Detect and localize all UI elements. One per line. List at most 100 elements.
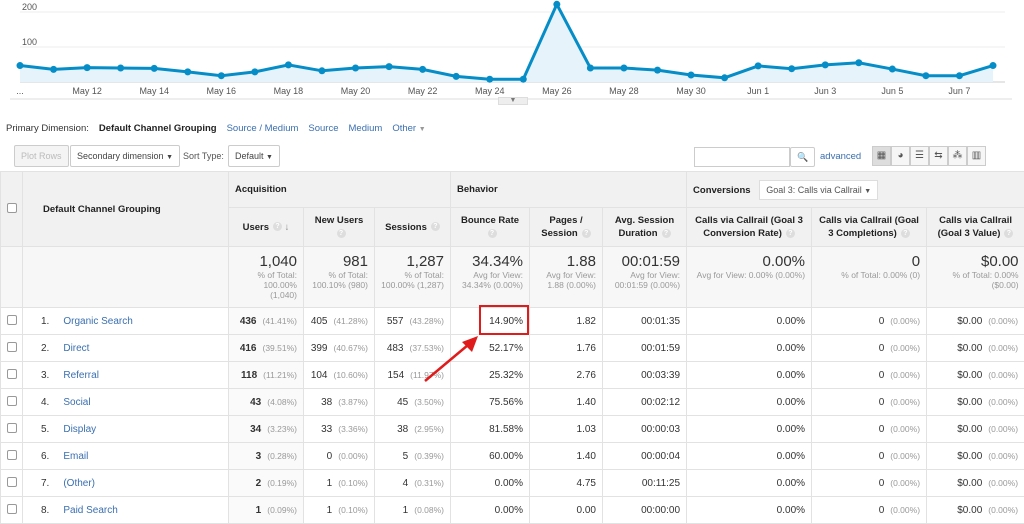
goal-select[interactable]: Goal 3: Calls via Callrail ▼ — [759, 180, 878, 200]
row-checkbox[interactable] — [7, 369, 17, 379]
channel-link[interactable]: (Other) — [63, 478, 95, 489]
new-users-percent: (0.10%) — [338, 478, 368, 488]
completions-value: 0 — [879, 397, 885, 408]
comparison-view-icon[interactable]: ⇆ — [929, 146, 948, 166]
sessions-percent: (2.95%) — [414, 424, 444, 434]
row-checkbox[interactable] — [7, 315, 17, 325]
col-conversion-rate[interactable]: Calls via Callrail (Goal 3 Conversion Ra… — [687, 208, 812, 247]
bounce-rate-value: 25.32% — [451, 362, 530, 389]
data-point — [285, 61, 292, 68]
data-point — [151, 65, 158, 72]
col-value[interactable]: Calls via Callrail (Goal 3 Value)? — [927, 208, 1024, 247]
bounce-rate-value: 75.56% — [451, 389, 530, 416]
pages-session-value: 2.76 — [530, 362, 603, 389]
new-users-percent: (3.36%) — [338, 424, 368, 434]
sessions-value: 1 — [403, 505, 409, 516]
row-number: 5. — [41, 424, 49, 435]
duration-value: 00:02:12 — [603, 389, 687, 416]
row-checkbox[interactable] — [7, 396, 17, 406]
total-value: 981 — [310, 253, 368, 270]
bounce-rate-value: 81.58% — [451, 416, 530, 443]
select-all-checkbox[interactable] — [7, 203, 17, 213]
completions-percent: (0.00%) — [890, 505, 920, 515]
data-point — [688, 72, 695, 79]
row-checkbox[interactable] — [7, 423, 17, 433]
col-sessions[interactable]: Sessions? — [375, 208, 451, 247]
sort-type-select[interactable]: Default ▼ — [228, 145, 280, 167]
term-cloud-view-icon[interactable]: ⁂ — [948, 146, 967, 166]
channel-link[interactable]: Paid Search — [63, 505, 117, 516]
conversion-rate-value: 0.00% — [687, 443, 812, 470]
x-tick-label: May 16 — [207, 86, 237, 96]
data-point — [251, 68, 258, 75]
dimension-header[interactable]: Default Channel Grouping — [23, 172, 229, 247]
total-sub: Avg for View: 0.00% (0.00%) — [693, 270, 805, 280]
channel-link[interactable]: Display — [63, 424, 96, 435]
channel-link[interactable]: Referral — [63, 370, 99, 381]
bounce-rate-value: 60.00% — [451, 443, 530, 470]
users-percent: (39.51%) — [263, 343, 298, 353]
conversion-rate-value: 0.00% — [687, 362, 812, 389]
col-bounce-rate[interactable]: Bounce Rate? — [451, 208, 530, 247]
data-point — [218, 72, 225, 79]
row-checkbox[interactable] — [7, 477, 17, 487]
completions-percent: (0.00%) — [890, 397, 920, 407]
conversion-rate-value: 0.00% — [687, 335, 812, 362]
dimension-source-medium[interactable]: Source / Medium — [227, 123, 299, 134]
highlight-box — [479, 305, 529, 335]
channel-link[interactable]: Direct — [63, 343, 89, 354]
total-value: $0.00 — [933, 253, 1019, 270]
channel-link[interactable]: Organic Search — [63, 316, 132, 327]
table-row: 3.Referral 118(11.21%) 104(10.60%) 154(1… — [1, 362, 1024, 389]
total-sub: % of Total: 100.10% (980) — [310, 270, 368, 290]
new-users-value: 104 — [311, 370, 328, 381]
sessions-value: 154 — [387, 370, 404, 381]
plot-rows-button[interactable]: Plot Rows — [14, 145, 69, 167]
sessions-percent: (0.39%) — [414, 451, 444, 461]
row-number: 1. — [41, 316, 49, 327]
duration-value: 00:00:03 — [603, 416, 687, 443]
users-percent: (3.23%) — [267, 424, 297, 434]
col-avg-session-duration[interactable]: Avg. Session Duration? — [603, 208, 687, 247]
pages-session-value: 1.76 — [530, 335, 603, 362]
table-view-icon[interactable]: ▦ — [872, 146, 891, 166]
performance-view-icon[interactable]: ☰ — [910, 146, 929, 166]
y-tick-label: 100 — [22, 37, 37, 47]
users-value: 436 — [240, 316, 257, 327]
goal-value-percent: (0.00%) — [988, 397, 1018, 407]
chart-resize-handle[interactable]: ▼ — [498, 97, 528, 105]
dimension-other[interactable]: Other ▼ — [392, 123, 425, 134]
new-users-percent: (10.60%) — [334, 370, 369, 380]
dimension-medium[interactable]: Medium — [349, 123, 383, 134]
col-new-users[interactable]: New Users? — [304, 208, 375, 247]
table-row: 8.Paid Search 1(0.09%) 1(0.10%) 1(0.08%)… — [1, 497, 1024, 524]
col-completions[interactable]: Calls via Callrail (Goal 3 Completions)? — [812, 208, 927, 247]
row-number: 3. — [41, 370, 49, 381]
table-search-input[interactable] — [694, 147, 790, 167]
data-point — [520, 76, 527, 83]
data-point — [755, 62, 762, 69]
channel-link[interactable]: Social — [63, 397, 90, 408]
users-percent: (0.19%) — [267, 478, 297, 488]
total-cell: 00:01:59Avg for View: 00:01:59 (0.00%) — [603, 247, 687, 308]
x-tick-label: May 22 — [408, 86, 438, 96]
pivot-view-icon[interactable]: ▥ — [967, 146, 986, 166]
col-users[interactable]: Users? ↓ — [229, 208, 304, 247]
row-checkbox[interactable] — [7, 342, 17, 352]
data-point — [117, 65, 124, 72]
sessions-value: 45 — [397, 397, 408, 408]
x-tick-label: May 20 — [341, 86, 371, 96]
col-pages-session[interactable]: Pages / Session? — [530, 208, 603, 247]
row-checkbox[interactable] — [7, 450, 17, 460]
duration-value: 00:03:39 — [603, 362, 687, 389]
dimension-source[interactable]: Source — [308, 123, 338, 134]
search-icon[interactable]: 🔍 — [790, 147, 815, 167]
secondary-dimension-select[interactable]: Secondary dimension ▼ — [70, 145, 180, 167]
channel-link[interactable]: Email — [63, 451, 88, 462]
data-point — [17, 62, 24, 69]
row-checkbox[interactable] — [7, 504, 17, 514]
duration-value: 00:00:00 — [603, 497, 687, 524]
total-sub: % of Total: 0.00% (0) — [818, 270, 920, 280]
advanced-filter-link[interactable]: advanced — [820, 151, 861, 162]
pie-view-icon[interactable]: ◕ — [891, 146, 910, 166]
